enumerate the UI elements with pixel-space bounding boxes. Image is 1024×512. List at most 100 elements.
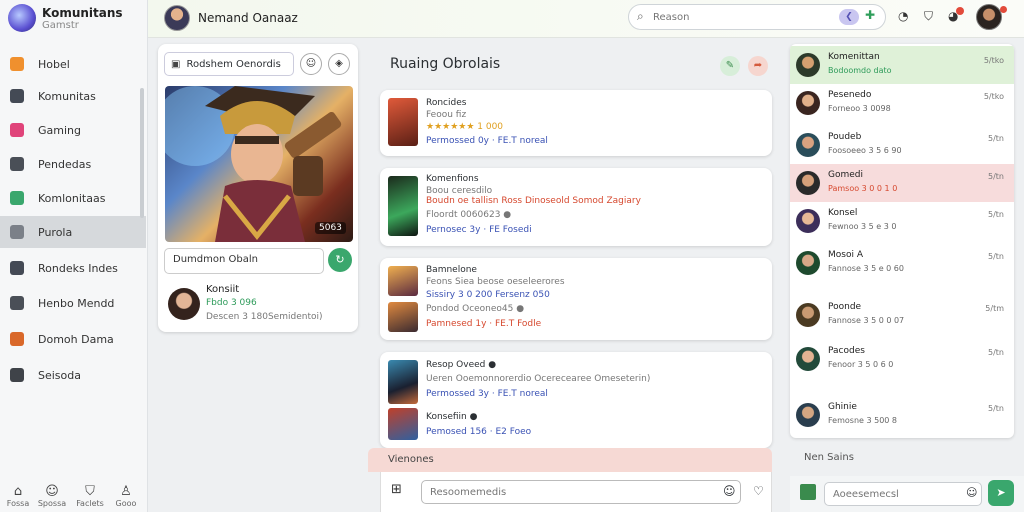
sidebar-item-label: Domoh Dama: [38, 332, 114, 346]
post-thumbnail[interactable]: [388, 302, 418, 332]
author-avatar[interactable]: [168, 288, 200, 320]
folder-icon: [10, 225, 24, 239]
sidebar-item-purola[interactable]: Purola: [0, 216, 146, 248]
friend-time: 5/tn: [988, 134, 1004, 143]
brand-title: Komunitans: [42, 6, 123, 20]
smile-icon: ☺: [305, 58, 317, 69]
friend-item[interactable]: Komenittan Bodoomdo dato 5/tko: [790, 46, 1014, 84]
post-title[interactable]: Konsefiin ●: [426, 412, 477, 422]
post-meta[interactable]: Pernosec 3y · FE Fosedi: [426, 225, 532, 235]
friend-item[interactable]: Mosoi A Fannose 3 5 e 0 60 5/tn: [790, 244, 1014, 282]
attach-icon[interactable]: ⊞: [391, 482, 402, 497]
emoji-icon[interactable]: ☺: [723, 484, 736, 498]
post-thumbnail[interactable]: [388, 360, 418, 404]
friend-avatar: [796, 209, 820, 233]
post-meta[interactable]: Pamnesed 1y · FE.T Fodle: [426, 319, 541, 329]
friend-item[interactable]: Poonde Fannose 3 5 0 0 07 5/tm: [790, 296, 1014, 334]
composer: ⊞ ☺ ♡: [380, 472, 772, 512]
post-title[interactable]: Roncides: [426, 98, 466, 108]
post-thumbnail[interactable]: [388, 408, 418, 440]
feed-post[interactable]: Komenfions Boou ceresdilo Boudn oe talli…: [380, 168, 772, 246]
sidebar-item-gaming[interactable]: Gaming: [0, 114, 146, 146]
emoji-icon[interactable]: ☺: [966, 486, 977, 499]
sidebar-item-label: Komlonitaas: [38, 191, 106, 205]
friend-time: 5/tn: [988, 404, 1004, 413]
heart-icon[interactable]: ♡: [753, 484, 764, 498]
search-box[interactable]: ⌕ ❮ ✚: [628, 4, 886, 30]
post-title[interactable]: Komenfions: [426, 174, 479, 184]
sidebar-item-henbo[interactable]: Henbo Mendd: [0, 287, 146, 319]
group-icon: [10, 191, 24, 205]
refresh-button[interactable]: ↻: [328, 248, 352, 272]
game-title-bar[interactable]: ▣ Rodshem Oenordis: [164, 52, 294, 76]
search-input[interactable]: [653, 9, 833, 25]
post-line: Floordt 0060623 ●: [426, 210, 512, 220]
post-thumbnail[interactable]: [388, 176, 418, 236]
friend-item[interactable]: Ghinie Femosne 3 500 8 5/tn: [790, 396, 1014, 434]
bottom-nav-shield[interactable]: ⛉ Faclets: [72, 484, 108, 508]
messages-icon[interactable]: ◔: [898, 9, 908, 23]
sidebar-item-komunitas[interactable]: Komunitas: [0, 80, 146, 112]
search-filter-button[interactable]: ❮: [839, 9, 859, 25]
friend-item[interactable]: Konsel Fewnoo 3 5 e 3 0 5/tn: [790, 202, 1014, 240]
sidebar-item-home[interactable]: Hobel: [0, 48, 146, 80]
post-meta[interactable]: Permossed 0y · FE.T noreal: [426, 136, 548, 146]
sidebar-item-domoh[interactable]: Domoh Dama: [0, 323, 146, 355]
friend-item[interactable]: Pesenedo Forneoo 3 0098 5/tko: [790, 84, 1014, 122]
bottom-nav-home[interactable]: ⌂ Fossa: [0, 484, 36, 508]
gift-icon[interactable]: [800, 484, 816, 500]
sidebar-item-komlonitaas[interactable]: Komlonitaas: [0, 182, 146, 214]
location-button[interactable]: ◈: [328, 53, 350, 75]
sidebar-item-seisoda[interactable]: Seisoda: [0, 359, 146, 391]
friend-item[interactable]: Gomedi Pamsoo 3 0 0 1 0 5/tn: [790, 164, 1014, 202]
feed-post[interactable]: Bamnelone Feons Siea beose oeseleerores …: [380, 258, 772, 340]
sidebar-scrollbar[interactable]: [140, 88, 144, 218]
share-button[interactable]: ➦: [748, 56, 768, 76]
friend-time: 5/tn: [988, 172, 1004, 181]
brand[interactable]: Komunitans Gamstr: [8, 4, 148, 38]
channel-avatar[interactable]: [164, 5, 190, 31]
post-title[interactable]: Bamnelone: [426, 265, 477, 275]
side-send-button[interactable]: ➤: [988, 480, 1014, 506]
react-button[interactable]: ☺: [300, 53, 322, 75]
hero-artwork[interactable]: 5063: [165, 86, 353, 242]
sidebar-item-rondeks[interactable]: Rondeks Indes: [0, 252, 146, 284]
feed-post[interactable]: Roncides Feoou fiz ★★★★★★ 1 000 Permosse…: [380, 90, 772, 156]
shield-icon[interactable]: ⛉: [924, 9, 933, 24]
home-icon: [10, 57, 24, 71]
post-meta[interactable]: Pemosed 156 · E2 Foeo: [426, 427, 531, 437]
pencil-icon: ✎: [725, 60, 735, 71]
post-stat: Sissiry 3 0 200 Fersenz 050: [426, 290, 550, 300]
friend-status: Foosoeeo 3 5 6 90: [828, 146, 902, 155]
game-title: Rodshem Oenordis: [186, 58, 281, 70]
bottom-nav-label: Gooo: [115, 499, 137, 508]
bottom-nav-profile[interactable]: ☺ Spossa: [34, 484, 70, 508]
add-icon[interactable]: ✚: [865, 8, 875, 22]
sidebar-item-label: Purola: [38, 225, 73, 239]
user-avatar[interactable]: [976, 4, 1002, 30]
friend-list-footer: Nen Sains: [804, 452, 854, 463]
post-thumbnail[interactable]: [388, 98, 418, 146]
author-name[interactable]: Konsiit: [206, 284, 239, 295]
side-message-input[interactable]: [824, 482, 982, 506]
friend-name: Gomedi: [828, 170, 863, 180]
post-title[interactable]: Resop Oveed ●: [426, 360, 496, 370]
edit-button[interactable]: ✎: [720, 56, 740, 76]
feed-post[interactable]: Resop Oveed ● Ueren Ooemonnorerdio Ocere…: [380, 352, 772, 448]
friend-status: Bodoomdo dato: [828, 66, 892, 75]
post-meta[interactable]: Permossed 3y · FE.T noreal: [426, 389, 548, 399]
friend-name: Komenittan: [828, 52, 880, 62]
post-line: Feoou fiz: [426, 110, 467, 120]
sidebar-item-label: Seisoda: [38, 368, 81, 382]
post-thumbnail[interactable]: [388, 266, 418, 296]
friend-avatar: [796, 91, 820, 115]
friend-item[interactable]: Poudeb Foosoeeo 3 5 6 90 5/tn: [790, 126, 1014, 164]
message-input[interactable]: [421, 480, 741, 504]
friend-avatar: [796, 171, 820, 195]
bottom-nav-user[interactable]: ♙ Gooo: [108, 484, 144, 508]
sidebar-item-pendedas[interactable]: Pendedas: [0, 148, 146, 180]
friend-item[interactable]: Pacodes Fenoor 3 5 0 6 0 5/tn: [790, 340, 1014, 378]
hero-name-field[interactable]: Dumdmon Obaln: [164, 248, 324, 274]
search-icon: ⌕: [637, 9, 644, 23]
author-stat: Fbdo 3 096: [206, 298, 257, 308]
